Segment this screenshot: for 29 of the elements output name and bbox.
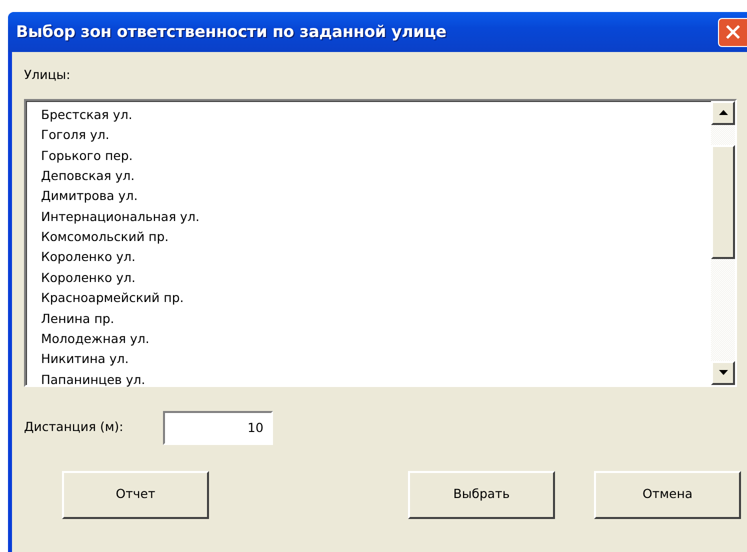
- scroll-down-button[interactable]: [711, 360, 735, 385]
- street-item[interactable]: Никитина ул.: [41, 349, 129, 370]
- distance-field[interactable]: 10: [163, 410, 274, 445]
- down-arrow-icon: [718, 370, 728, 376]
- close-icon: [725, 24, 741, 40]
- streets-label: Улицы:: [24, 66, 70, 84]
- street-item[interactable]: Димитрова ул.: [41, 186, 138, 207]
- dialog-button[interactable]: Выбрать: [408, 470, 555, 519]
- close-button[interactable]: [718, 18, 747, 46]
- window-title: Выбор зон ответственности по заданной улице: [16, 21, 446, 43]
- street-item[interactable]: Красноармейский пр.: [41, 288, 184, 309]
- scroll-up-button[interactable]: [711, 100, 735, 125]
- street-item[interactable]: Брестская ул.: [41, 104, 132, 126]
- street-item[interactable]: Короленко ул.: [41, 247, 136, 268]
- scroll-thumb[interactable]: [711, 144, 735, 259]
- street-item[interactable]: Короленко ул.: [41, 268, 136, 288]
- dialog-button[interactable]: Отмена: [594, 470, 741, 519]
- street-item[interactable]: Гоголя ул.: [41, 125, 110, 146]
- street-item[interactable]: Папанинцев ул.: [41, 370, 146, 390]
- street-item[interactable]: Ленина пр.: [41, 308, 114, 330]
- street-item[interactable]: Молодежная ул.: [41, 329, 150, 350]
- street-item[interactable]: Комсомольский пр.: [41, 227, 169, 248]
- street-item[interactable]: Деповская ул.: [41, 166, 135, 186]
- scrollbar[interactable]: [711, 100, 735, 385]
- dialog-button[interactable]: Отчет: [62, 470, 209, 519]
- up-arrow-icon: [718, 110, 728, 116]
- street-item[interactable]: Горького пер.: [41, 146, 133, 166]
- street-item[interactable]: Интернациональная ул.: [41, 206, 200, 228]
- distance-label: Дистанция (м):: [24, 418, 124, 436]
